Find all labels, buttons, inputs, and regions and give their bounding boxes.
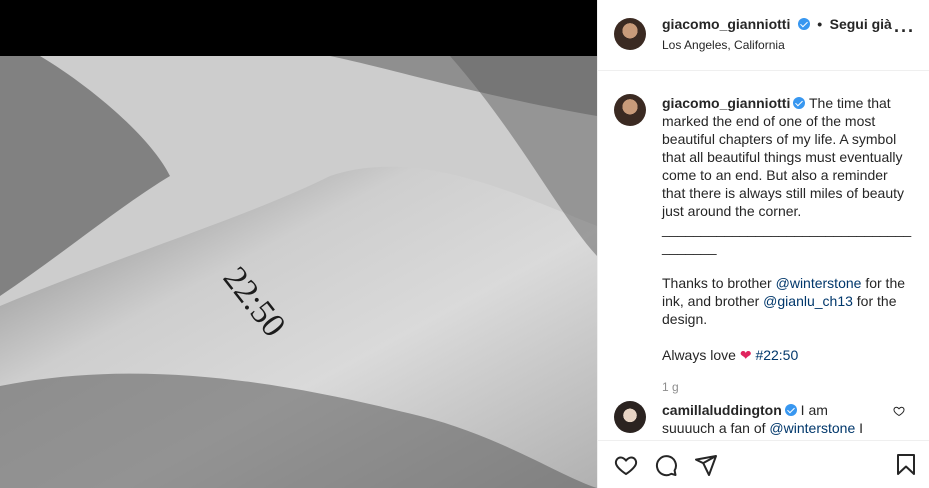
mention-link[interactable]: @gianlu_ch13: [763, 293, 853, 309]
post-location[interactable]: Los Angeles, California: [662, 38, 785, 52]
caption-text: The time that marked the end of one of t…: [662, 95, 904, 219]
wrist-tattoo-photo: 22:50: [0, 56, 597, 488]
header-top-row: giacomo_gianniotti • Segui già: [662, 16, 892, 34]
comment-item: camillaluddington I am suuuuch a fan of …: [598, 397, 929, 440]
caption-divider: _______________________________________: [662, 221, 912, 255]
post-username[interactable]: giacomo_gianniotti: [662, 16, 790, 32]
mention-link[interactable]: @winterstone: [769, 420, 855, 436]
comment-like-heart-icon[interactable]: [893, 405, 905, 417]
caption: giacomo_gianniotti The time that marked …: [662, 94, 912, 396]
post-header: giacomo_gianniotti • Segui già Los Angel…: [598, 0, 929, 71]
follow-status-button[interactable]: Segui già: [830, 16, 892, 32]
caption-avatar[interactable]: [614, 94, 646, 126]
post-timestamp[interactable]: 1 g: [662, 378, 912, 396]
verified-badge-icon: [784, 404, 797, 416]
share-icon[interactable]: [694, 453, 718, 477]
verified-badge-icon: [793, 97, 806, 109]
red-heart-emoji-icon: ❤: [739, 347, 752, 363]
comment-text: camillaluddington I am suuuuch a fan of …: [662, 401, 877, 437]
post-media: 22:50: [0, 0, 597, 488]
hashtag-link[interactable]: #22:50: [755, 347, 798, 363]
more-options-icon[interactable]: ···: [894, 22, 915, 40]
comment-body-post: I: [855, 420, 864, 436]
post-sidebar: giacomo_gianniotti • Segui già Los Angel…: [597, 0, 929, 488]
comments-area: giacomo_gianniotti The time that marked …: [598, 72, 929, 440]
comment-username[interactable]: camillaluddington: [662, 402, 782, 418]
verified-badge-icon: [797, 18, 810, 30]
heart-icon[interactable]: [614, 453, 638, 477]
bookmark-icon[interactable]: [894, 453, 918, 477]
action-bar: [598, 440, 929, 488]
comment-icon[interactable]: [654, 453, 678, 477]
post-photo[interactable]: 22:50: [0, 56, 597, 488]
commenter-avatar[interactable]: [614, 401, 646, 433]
separator: •: [817, 16, 823, 32]
caption-always: Always love: [662, 347, 740, 363]
mention-link[interactable]: @winterstone: [776, 275, 862, 291]
caption-thanks-pre: Thanks to brother: [662, 275, 776, 291]
caption-username[interactable]: giacomo_gianniotti: [662, 95, 790, 111]
avatar[interactable]: [614, 18, 646, 50]
